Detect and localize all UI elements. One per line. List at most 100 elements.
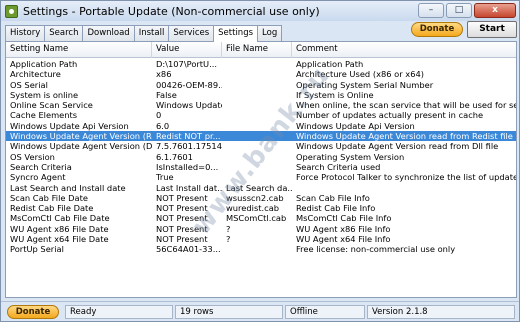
- table-row[interactable]: Redist Cab File Date NOT Present wuredist.…: [6, 203, 516, 214]
- table-cell: [222, 152, 292, 162]
- maximize-button[interactable]: □: [446, 3, 472, 18]
- table-cell: Search Criteria: [10, 161, 72, 172]
- table-cell: NOT Present: [156, 223, 208, 234]
- table-cell: Windows Update Api Version: [296, 120, 415, 131]
- table-row[interactable]: Syncro Agent True Force Protocol Talker to…: [6, 172, 516, 183]
- table-cell: Number of updates actually present in ca…: [296, 110, 484, 121]
- table-cell: Windows Update Agent Version (Dll): [10, 141, 152, 152]
- table-cell: [222, 162, 292, 172]
- table-body: Application Path D:\107\PortU... Applicati…: [6, 59, 516, 255]
- donate-button[interactable]: Donate: [411, 22, 463, 37]
- table-row[interactable]: Online Scan Service Windows Update When on…: [6, 100, 516, 111]
- table-row[interactable]: WU Agent x86 File Date NOT Present? WU Age…: [6, 223, 516, 234]
- table-cell: OS Serial: [10, 79, 48, 90]
- settings-table[interactable]: Setting Name Value File Name Comment App…: [5, 41, 517, 298]
- table-cell: Last Search da...: [226, 182, 292, 193]
- table-row[interactable]: Last Search and Install date Last Install…: [6, 182, 516, 193]
- table-row[interactable]: WU Agent x64 File Date NOT Present? WU Age…: [6, 234, 516, 245]
- table-cell: [222, 59, 292, 69]
- table-cell: Cache Elements: [10, 110, 78, 121]
- status-text: Ready: [65, 305, 173, 319]
- statusbar-donate-button[interactable]: Donate: [7, 305, 59, 319]
- table-cell: [222, 90, 292, 100]
- table-row[interactable]: OS Version 6.1.7601 Operating System Versi…: [6, 151, 516, 162]
- table-cell: Architecture Used (x86 or x64): [296, 69, 425, 80]
- table-row[interactable]: System is online False If System is Online: [6, 89, 516, 100]
- table-cell: Windows Update Agent Version read from R…: [296, 131, 513, 142]
- tab-strip: History Search Download Install Services…: [5, 25, 283, 42]
- table-cell: Operating System Serial Number: [296, 79, 434, 90]
- window-controls: – □ x: [418, 3, 516, 18]
- table-row[interactable]: Search Criteria IsInstalled=0... Search Cr…: [6, 161, 516, 172]
- tab-settings[interactable]: Settings: [213, 25, 259, 42]
- table-cell: 6.0: [156, 120, 170, 131]
- table-cell: NOT Present: [156, 234, 208, 245]
- table-row[interactable]: Windows Update Agent Version (Redist) Red…: [6, 131, 516, 142]
- table-cell: NOT Present: [156, 213, 208, 224]
- table-cell: WU Agent x86 File Date: [10, 223, 109, 234]
- table-cell: When online, the scan service that will …: [296, 100, 516, 111]
- tab-history[interactable]: History: [5, 25, 46, 41]
- title-bar[interactable]: Settings - Portable Update (Non-commerci…: [1, 1, 519, 21]
- table-row[interactable]: Scan Cab File Date NOT Present wsusscn2.ca…: [6, 192, 516, 203]
- table-row[interactable]: Architecture x86 Architecture Used (x86 or…: [6, 69, 516, 80]
- table-cell: Search Criteria used: [296, 161, 381, 172]
- table-cell: True: [156, 172, 174, 183]
- table-row[interactable]: MsComCtl Cab File Date NOT Present MSComCt…: [6, 213, 516, 224]
- tab-services[interactable]: Services: [168, 25, 215, 41]
- column-header-value[interactable]: Value: [152, 42, 222, 58]
- tab-download[interactable]: Download: [82, 25, 135, 41]
- table-cell: D:\107\PortU...: [156, 59, 218, 69]
- table-row[interactable]: Application Path D:\107\PortU... Applicati…: [6, 59, 516, 69]
- table-cell: Last Install dat...: [156, 182, 222, 193]
- tab-search[interactable]: Search: [44, 25, 84, 41]
- app-icon: [5, 4, 18, 18]
- table-cell: Windows Update Agent Version read from D…: [296, 141, 499, 152]
- network-status: Offline: [285, 305, 365, 319]
- table-cell: [222, 244, 292, 254]
- column-header-comment[interactable]: Comment: [292, 42, 516, 58]
- table-cell: Redist Cab File Info: [296, 203, 376, 214]
- table-cell: x86: [156, 69, 172, 80]
- table-cell: Application Path: [10, 59, 78, 69]
- table-cell: NOT Present: [156, 192, 208, 203]
- table-cell: WU Agent x64 File Info: [296, 234, 391, 245]
- tab-log[interactable]: Log: [257, 25, 283, 41]
- table-cell: WU Agent x86 File Info: [296, 223, 391, 234]
- column-header-setting-name[interactable]: Setting Name: [6, 42, 152, 58]
- table-cell: [222, 172, 292, 182]
- start-button[interactable]: Start: [467, 21, 517, 38]
- version-label: Version 2.1.8: [367, 305, 515, 319]
- table-cell: OS Version: [10, 151, 55, 162]
- table-cell: 56C64A01-33...: [156, 244, 221, 255]
- table-cell: False: [156, 89, 177, 100]
- table-cell: WU Agent x64 File Date: [10, 234, 109, 245]
- table-row[interactable]: Windows Update Api Version 6.0 Windows Upd…: [6, 120, 516, 131]
- table-cell: Windows Update: [156, 100, 222, 111]
- tab-install[interactable]: Install: [133, 25, 170, 41]
- status-bar: Donate Ready 19 rows Offline Version 2.1…: [1, 301, 519, 321]
- table-row[interactable]: Windows Update Agent Version (Dll) 7.5.76…: [6, 141, 516, 152]
- table-cell: Windows Update Agent Version (Redist): [10, 131, 152, 142]
- table-row[interactable]: OS Serial 00426-OEM-89... Operating System…: [6, 79, 516, 90]
- table-cell: MSComCtl.cab: [226, 213, 287, 224]
- table-cell: [222, 141, 292, 151]
- table-cell: 6.1.7601: [156, 151, 193, 162]
- table-cell: Operating System Version: [296, 151, 405, 162]
- table-cell: wuredist.cab: [226, 203, 280, 214]
- row-count: 19 rows: [175, 305, 283, 319]
- column-header-file-name[interactable]: File Name: [222, 42, 292, 58]
- table-row[interactable]: Cache Elements 0 Number of updates actuall…: [6, 110, 516, 121]
- table-cell: PortUp Serial: [10, 244, 64, 255]
- table-cell: [222, 131, 292, 141]
- table-cell: Force Protocol Talker to synchronize the…: [296, 172, 516, 183]
- close-button[interactable]: x: [474, 3, 516, 18]
- table-cell: Application Path: [296, 59, 364, 69]
- table-cell: 7.5.7601.17514: [156, 141, 222, 152]
- minimize-button[interactable]: –: [418, 3, 444, 18]
- app-window: Settings - Portable Update (Non-commerci…: [0, 0, 520, 322]
- table-cell: Redist Cab File Date: [10, 203, 94, 214]
- table-cell: [292, 183, 516, 193]
- table-cell: Windows Update Api Version: [10, 120, 129, 131]
- table-row[interactable]: PortUp Serial 56C64A01-33... Free license:…: [6, 244, 516, 255]
